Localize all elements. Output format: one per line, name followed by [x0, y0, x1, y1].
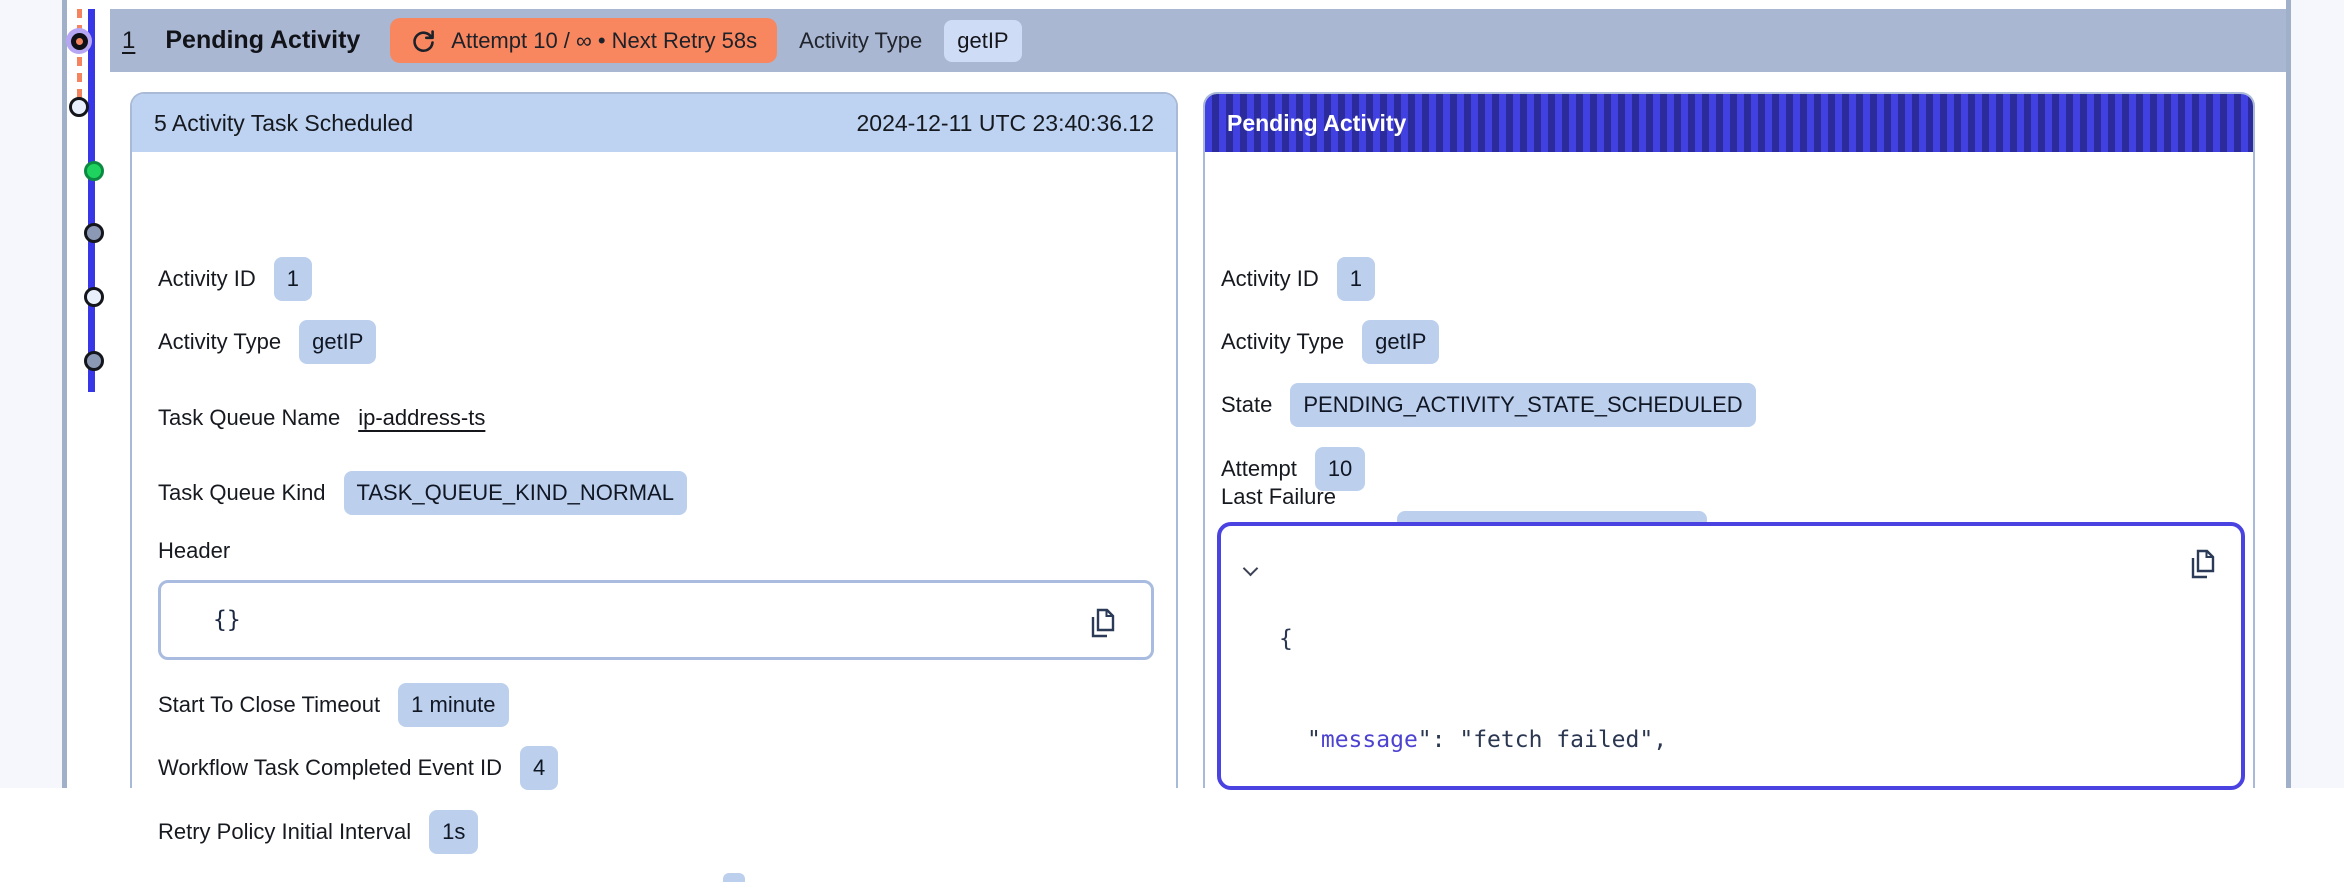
retry-icon [410, 27, 437, 54]
field-label: Workflow Task Completed Event ID [158, 755, 502, 780]
pending-activity-dot-ring [70, 32, 88, 50]
field-row: Activity ID 1 [158, 257, 313, 301]
header-field-label: Header [158, 538, 231, 563]
retry-dashed-line [77, 9, 82, 101]
last-failure-code-block: { "message": "fetch failed", "source": "… [1217, 522, 2245, 790]
pending-activity-dot[interactable] [66, 28, 92, 54]
timeline-event-scheduled[interactable] [69, 97, 89, 117]
chevron-down-icon[interactable] [1242, 560, 1259, 576]
clipped-badge-fragment [723, 873, 745, 882]
pending-activity-header: Pending Activity [1205, 94, 2253, 152]
pending-activity-title: Pending Activity [1227, 109, 1407, 136]
code-line: "message": "fetch failed", [1307, 726, 1668, 753]
field-value-badge: PENDING_ACTIVITY_STATE_SCHEDULED [1290, 383, 1756, 427]
last-failure-label: Last Failure [1221, 484, 1336, 509]
field-label: Activity ID [158, 266, 256, 291]
field-label: Activity Type [1221, 329, 1345, 354]
retry-attempt-badge: Attempt 10 / ∞ • Next Retry 58s [390, 18, 778, 63]
field-value-badge: 1 minute [398, 683, 509, 727]
event-detail-timestamp: 2024-12-11 UTC 23:40:36.12 [856, 109, 1155, 136]
activity-type-badge: getIP [944, 19, 1022, 62]
header-json-content: {} [213, 607, 241, 633]
event-title: Pending Activity [165, 26, 361, 54]
field-row: Start To Close Timeout 1 minute [158, 683, 509, 727]
field-row: Activity Type getIP [158, 320, 377, 364]
field-label: Retry Policy Initial Interval [158, 819, 412, 844]
field-row: Retry Policy Initial Interval 1s [158, 810, 479, 854]
field-row: Task Queue Name ip-address-ts [158, 396, 485, 440]
timeline-event-white-2[interactable] [84, 287, 104, 307]
field-value-badge: getIP [1362, 320, 1440, 364]
event-detail-header[interactable]: 5 Activity Task Scheduled 2024-12-11 UTC… [132, 94, 1176, 152]
field-value-badge: 4 [520, 746, 559, 790]
field-row: Activity Type getIP [1221, 320, 1440, 364]
field-label: Attempt [1221, 456, 1297, 481]
field-label: Activity Type [158, 329, 282, 354]
code-line: { [1279, 626, 1293, 652]
field-row: Workflow Task Completed Event ID 4 [158, 746, 559, 790]
event-summary-bar[interactable]: 1 Pending Activity Attempt 10 / ∞ • Next… [110, 9, 2286, 72]
task-queue-link[interactable]: ip-address-ts [358, 405, 485, 431]
field-label: Task Queue Name [158, 405, 341, 430]
retry-attempt-text: Attempt 10 / ∞ • Next Retry 58s [451, 27, 758, 53]
copy-icon[interactable] [1087, 607, 1115, 639]
field-row: Activity ID 1 [1221, 257, 1376, 301]
pending-activity-dot-core [75, 37, 83, 45]
event-detail-title: 5 Activity Task Scheduled [154, 109, 414, 136]
copy-icon[interactable] [2187, 548, 2215, 580]
activity-type-label: Activity Type [799, 27, 923, 53]
timeline-event-gray-1[interactable] [84, 223, 104, 243]
event-detail-card: 5 Activity Task Scheduled 2024-12-11 UTC… [130, 92, 1178, 882]
field-label: Activity ID [1221, 266, 1319, 291]
field-value-badge: 1s [429, 810, 479, 854]
field-label: Start To Close Timeout [158, 692, 381, 717]
timeline-event-gray-2[interactable] [84, 351, 104, 371]
field-label: Task Queue Kind [158, 480, 326, 505]
field-row: Task Queue Kind TASK_QUEUE_KIND_NORMAL [158, 471, 687, 515]
left-gutter [0, 0, 62, 788]
field-value-badge: getIP [299, 320, 377, 364]
field-label: State [1221, 392, 1273, 417]
field-value-badge: TASK_QUEUE_KIND_NORMAL [343, 471, 687, 515]
field-value-badge: 1 [1336, 257, 1376, 301]
right-gutter [2291, 0, 2344, 788]
field-row: State PENDING_ACTIVITY_STATE_SCHEDULED [1221, 383, 1756, 427]
field-value-badge: 1 [273, 257, 313, 301]
left-divider [62, 0, 67, 788]
event-id-link[interactable]: 1 [122, 27, 135, 55]
header-json-box: {} [158, 580, 1154, 660]
last-failure-json: { "message": "fetch failed", "source": "… [1279, 556, 2171, 786]
timeline-event-green[interactable] [84, 161, 104, 181]
pending-activity-card: Pending Activity Activity ID 1 Activity … [1203, 92, 2255, 790]
timeline-line [88, 9, 95, 392]
